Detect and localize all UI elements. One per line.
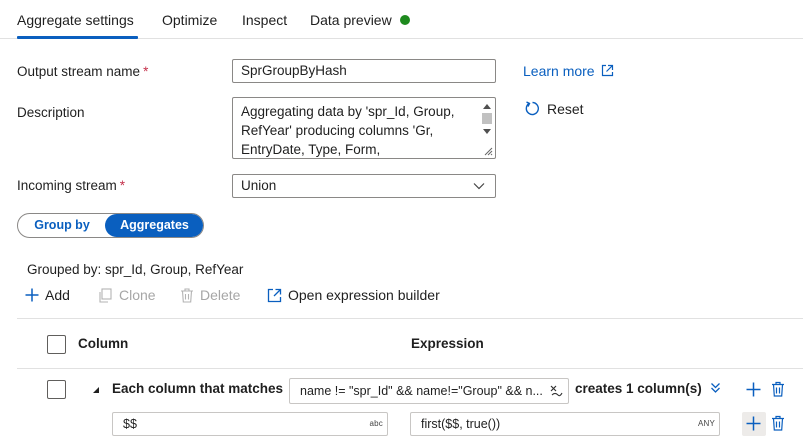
- type-abc-badge: abc: [369, 419, 383, 428]
- matches-label: Each column that matches: [112, 381, 284, 396]
- add-label: Add: [45, 287, 70, 303]
- add-button[interactable]: Add: [25, 287, 70, 303]
- delete-button[interactable]: Delete: [180, 287, 240, 303]
- description-textarea[interactable]: Aggregating data by 'spr_Id, Group, RefY…: [232, 97, 496, 159]
- select-all-checkbox[interactable]: [47, 335, 66, 354]
- toggle-aggregates[interactable]: Aggregates: [105, 214, 203, 237]
- trash-icon[interactable]: [771, 381, 785, 397]
- learn-more-text: Learn more: [523, 63, 595, 79]
- plus-icon: [25, 288, 39, 302]
- external-link-icon: [267, 288, 282, 302]
- open-expression-builder-label: Open expression builder: [288, 287, 440, 303]
- output-stream-label: Output stream name *: [17, 64, 148, 79]
- incoming-stream-select[interactable]: Union: [232, 174, 496, 198]
- trash-icon: [181, 287, 193, 303]
- external-link-icon: [602, 64, 614, 77]
- tab-inspect[interactable]: Inspect: [242, 12, 287, 28]
- incoming-stream-label: Incoming stream *: [17, 178, 125, 193]
- required-mark: *: [119, 178, 126, 193]
- resize-grip-icon[interactable]: [483, 146, 493, 156]
- active-tab-indicator: [17, 36, 138, 39]
- status-dot-icon: [399, 15, 410, 25]
- type-any-badge: ANY: [697, 419, 715, 428]
- reset-label: Reset: [547, 101, 584, 117]
- plus-icon[interactable]: [746, 416, 761, 431]
- tab-optimize[interactable]: Optimize: [162, 12, 217, 28]
- description-label: Description: [17, 105, 85, 120]
- column-name-text: $$: [123, 417, 137, 431]
- learn-more-link[interactable]: Learn more: [523, 63, 614, 79]
- collapse-triangle-icon[interactable]: [92, 386, 100, 394]
- tab-aggregate-settings[interactable]: Aggregate settings: [17, 12, 134, 28]
- double-chevron-down-icon[interactable]: [710, 382, 721, 394]
- incoming-stream-label-text: Incoming stream: [17, 178, 117, 193]
- column-expression-text: first($$, true()): [421, 417, 501, 431]
- match-condition-text: name != "spr_Id" && name!="Group" && n..…: [300, 384, 543, 398]
- scroll-down-arrow-icon[interactable]: [483, 129, 491, 134]
- description-text: Aggregating data by 'spr_Id, Group, RefY…: [241, 104, 455, 157]
- groupby-aggregates-toggle: Group by Aggregates: [17, 213, 204, 238]
- output-stream-label-text: Output stream name: [17, 64, 141, 79]
- expression-edit-icon[interactable]: [548, 383, 564, 399]
- output-stream-input[interactable]: SprGroupByHash: [232, 59, 496, 83]
- open-expression-builder-button[interactable]: Open expression builder: [267, 287, 440, 303]
- trash-icon[interactable]: [771, 415, 785, 431]
- toggle-group-by[interactable]: Group by: [18, 214, 106, 237]
- divider: [17, 368, 803, 369]
- tab-bar: Aggregate settings Optimize Inspect Data…: [0, 0, 803, 39]
- chevron-down-icon: [473, 183, 485, 190]
- row-checkbox[interactable]: [47, 380, 66, 399]
- creates-columns-label: creates 1 column(s): [575, 381, 702, 396]
- delete-label: Delete: [200, 287, 241, 303]
- reset-icon: [525, 101, 539, 116]
- clone-button[interactable]: Clone: [98, 287, 156, 303]
- match-condition-input[interactable]: name != "spr_Id" && name!="Group" && n..…: [289, 378, 569, 404]
- plus-icon[interactable]: [746, 382, 761, 397]
- expression-header: Expression: [411, 336, 484, 351]
- scroll-up-arrow-icon[interactable]: [483, 104, 491, 109]
- divider: [17, 318, 803, 319]
- clone-label: Clone: [119, 287, 156, 303]
- description-scrollbar[interactable]: [480, 99, 494, 145]
- scroll-thumb[interactable]: [482, 113, 492, 124]
- column-name-input[interactable]: $$ abc: [112, 412, 388, 436]
- column-header: Column: [78, 336, 129, 351]
- copy-icon: [99, 287, 112, 303]
- required-mark: *: [143, 64, 149, 79]
- tab-data-preview[interactable]: Data preview: [310, 12, 410, 28]
- grouped-by-text: Grouped by: spr_Id, Group, RefYear: [27, 262, 244, 277]
- column-expression-input[interactable]: first($$, true()) ANY: [410, 412, 720, 436]
- incoming-stream-value: Union: [241, 178, 277, 193]
- reset-button[interactable]: Reset: [524, 100, 584, 117]
- tab-data-preview-label: Data preview: [310, 12, 392, 28]
